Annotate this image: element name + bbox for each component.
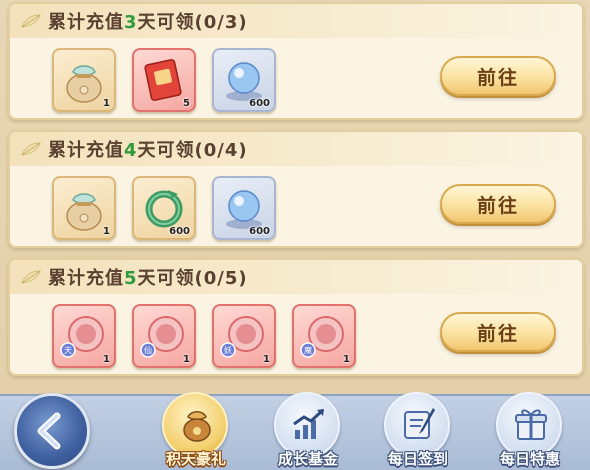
nav-tab-label: 积天豪礼	[165, 450, 226, 468]
nav-tab-label: 每日签到	[387, 450, 448, 468]
task-header: 累计充值3天可领(0/3)	[10, 4, 582, 38]
reward-item[interactable]: 天 1	[52, 304, 116, 368]
reward-count: 600	[249, 98, 270, 109]
recharge-task-5-days: 累计充值5天可领(0/5) 天 1 仙 1 妖 1 魔 1 前往	[8, 258, 584, 376]
recharge-task-4-days: 累计充值4天可领(0/4) 1 600 600 前往	[8, 130, 584, 248]
nav-tab-label: 每日特惠	[499, 450, 560, 468]
reward-count: 1	[183, 354, 190, 365]
gift-box-icon	[515, 409, 547, 440]
leaf-icon	[21, 142, 41, 156]
nav-tab-label: 成长基金	[277, 450, 338, 468]
frame-tag: 妖	[224, 345, 232, 355]
task-title: 累计充值5天可领(0/5)	[48, 268, 248, 289]
reward-item[interactable]: 1	[52, 176, 116, 240]
reward-count: 5	[183, 98, 190, 109]
reward-count: 1	[343, 354, 350, 365]
reward-count: 1	[103, 98, 110, 109]
chevron-left-icon	[37, 412, 61, 450]
nav-tab-cumulative-gift[interactable]: 积天豪礼	[156, 392, 236, 470]
gift-bag-icon	[183, 411, 211, 442]
reward-item[interactable]: 仙 1	[132, 304, 196, 368]
task-header: 累计充值5天可领(0/5)	[10, 260, 582, 294]
reward-item[interactable]: 600	[212, 48, 276, 112]
reward-count: 600	[249, 226, 270, 237]
reward-count: 600	[169, 226, 190, 237]
back-button[interactable]	[14, 393, 90, 469]
reward-count: 1	[103, 226, 110, 237]
reward-count: 1	[263, 354, 270, 365]
go-button[interactable]: 前往	[440, 184, 556, 224]
frame-tag: 仙	[144, 345, 152, 355]
reward-item[interactable]: 600	[212, 176, 276, 240]
reward-item[interactable]: 妖 1	[212, 304, 276, 368]
task-header: 累计充值4天可领(0/4)	[10, 132, 582, 166]
task-title: 累计充值4天可领(0/4)	[48, 140, 248, 161]
reward-item[interactable]: 600	[132, 176, 196, 240]
nav-tab-growth-fund[interactable]: 成长基金	[268, 392, 348, 470]
reward-item[interactable]: 1	[52, 48, 116, 112]
leaf-icon	[21, 14, 41, 28]
scroll-brush-icon	[404, 408, 435, 439]
reward-item[interactable]: 5	[132, 48, 196, 112]
frame-tag: 天	[64, 346, 72, 355]
reward-item[interactable]: 魔 1	[292, 304, 356, 368]
frame-tag: 魔	[304, 345, 312, 355]
reward-count: 1	[103, 354, 110, 365]
go-button[interactable]: 前往	[440, 312, 556, 352]
task-title: 累计充值3天可领(0/3)	[48, 12, 248, 33]
nav-tab-daily-deal[interactable]: 每日特惠	[490, 392, 570, 470]
go-button[interactable]: 前往	[440, 56, 556, 96]
nav-tab-daily-checkin[interactable]: 每日签到	[378, 392, 458, 470]
growth-chart-icon	[293, 408, 325, 439]
recharge-task-3-days: 累计充值3天可领(0/3) 1 5 600 前往	[8, 2, 584, 120]
leaf-icon	[21, 270, 41, 284]
